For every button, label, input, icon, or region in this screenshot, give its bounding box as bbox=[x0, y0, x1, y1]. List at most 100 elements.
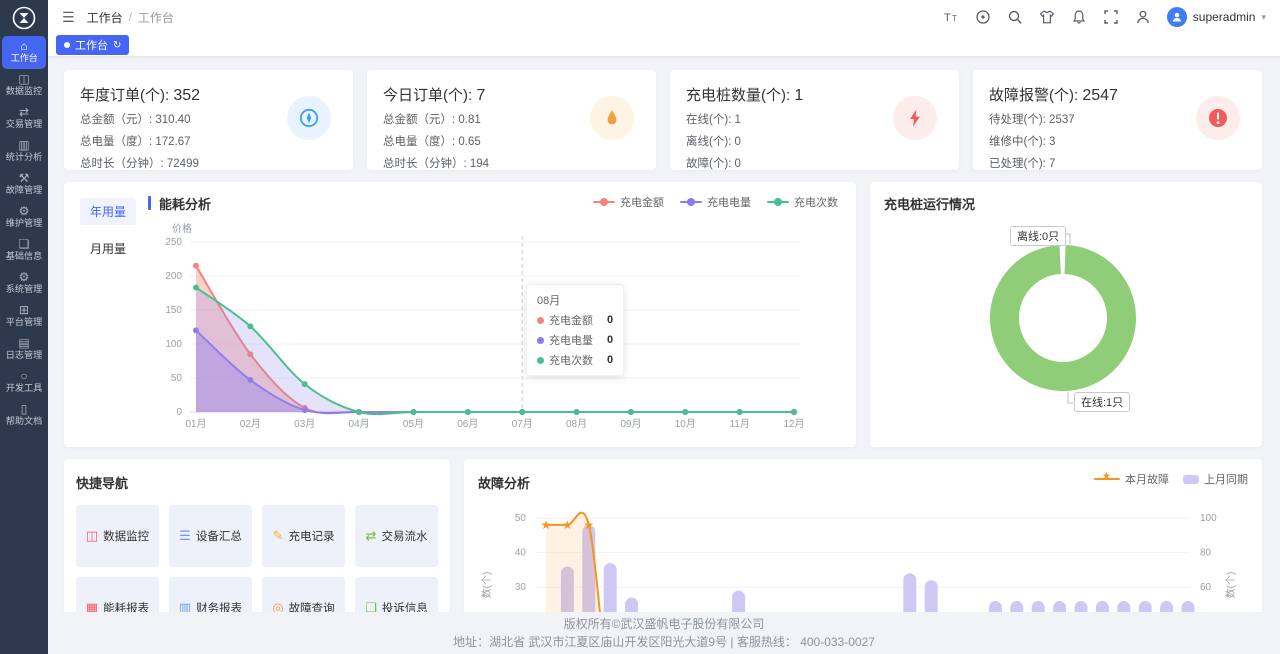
fault-legend: ★ 本月故障 上月同期 bbox=[1094, 471, 1248, 487]
breadcrumb-separator: / bbox=[129, 10, 132, 24]
tab-year-usage[interactable]: 年用量 bbox=[80, 198, 136, 225]
energy-analysis-card: 年用量 月用量 能耗分析 充电金额充电电量充电次数 05010015020025… bbox=[64, 182, 856, 447]
stat-card-line: 故障(个): 0 bbox=[686, 155, 943, 171]
sidebar-item-label: 维护管理 bbox=[6, 218, 42, 230]
donut-chart-svg[interactable] bbox=[884, 218, 1248, 422]
sidebar-item-帮助文档[interactable]: ▯帮助文档 bbox=[0, 399, 48, 432]
refresh-icon[interactable]: ↻ bbox=[113, 40, 121, 51]
tooltip-row: 充电电量0 bbox=[537, 332, 613, 348]
tooltip-series-dot bbox=[537, 357, 544, 364]
sidebar-item-label: 系统管理 bbox=[6, 284, 42, 296]
hamburger-icon[interactable]: ☰ bbox=[62, 9, 75, 26]
svg-text:150: 150 bbox=[165, 305, 182, 316]
legend-dot bbox=[687, 198, 695, 206]
header-theme-icon[interactable] bbox=[1039, 9, 1055, 25]
stat-card: 年度订单(个): 352总金额（元）: 310.40总电量（度）: 172.67… bbox=[64, 70, 353, 170]
quick-nav-title: 快捷导航 bbox=[76, 471, 438, 493]
stat-card-value: 352 bbox=[173, 87, 200, 104]
svg-text:80: 80 bbox=[1200, 548, 1212, 559]
stat-card-title: 故障报警(个): bbox=[989, 87, 1082, 104]
stat-card-line: 已处理(个): 7 bbox=[989, 155, 1246, 171]
sidebar-item-label: 交易管理 bbox=[6, 119, 42, 131]
tab-label: 工作台 bbox=[75, 37, 108, 53]
tab-workbench[interactable]: 工作台 ↻ bbox=[56, 35, 129, 55]
sidebar-item-label: 工作台 bbox=[10, 53, 37, 65]
gears-icon: ⚙ bbox=[19, 205, 30, 218]
header-fullscreen-icon[interactable] bbox=[1103, 9, 1119, 25]
tooltip-series-dot bbox=[537, 337, 544, 344]
svg-text:250: 250 bbox=[165, 237, 182, 248]
sidebar-item-维护管理[interactable]: ⚙维护管理 bbox=[0, 201, 48, 234]
breadcrumb-current: 工作台 bbox=[138, 9, 174, 26]
grid-icon: ⊞ bbox=[19, 304, 29, 317]
legend-bar-marker bbox=[1183, 475, 1199, 484]
hourglass-logo-icon bbox=[11, 5, 37, 31]
donut-label-offline: 离线:0只 bbox=[1010, 226, 1066, 246]
svg-text:数(个): 数(个) bbox=[1224, 572, 1237, 599]
energy-chart-svg[interactable]: 05010015020025001月02月03月04月05月06月07月08月0… bbox=[148, 214, 840, 442]
app-logo[interactable] bbox=[0, 0, 48, 36]
sidebar-item-日志管理[interactable]: ▤日志管理 bbox=[0, 333, 48, 366]
sidebar-item-label: 统计分析 bbox=[6, 152, 42, 164]
legend-dot bbox=[600, 198, 608, 206]
monitor-icon: ◫ bbox=[18, 73, 29, 86]
sidebar-item-基础信息[interactable]: ❏基础信息 bbox=[0, 234, 48, 267]
sidebar-item-开发工具[interactable]: ○开发工具 bbox=[0, 366, 48, 399]
sidebar-item-交易管理[interactable]: ⇄交易管理 bbox=[0, 102, 48, 135]
stat-card: 充电桩数量(个): 1在线(个): 1离线(个): 0故障(个): 0 bbox=[670, 70, 959, 170]
quick-nav-数据监控[interactable]: ◫数据监控 bbox=[76, 505, 159, 567]
sidebar-item-平台管理[interactable]: ⊞平台管理 bbox=[0, 300, 48, 333]
breadcrumb-root[interactable]: 工作台 bbox=[87, 9, 123, 26]
log-icon: ▤ bbox=[18, 337, 29, 350]
user-menu[interactable]: superadmin ▾ bbox=[1167, 7, 1266, 27]
header-notification-icon[interactable] bbox=[1071, 9, 1087, 25]
stat-card-title: 充电桩数量(个): bbox=[686, 87, 794, 104]
legend-item-充电金额[interactable]: 充电金额 bbox=[593, 194, 664, 210]
tooltip-row: 充电金额0 bbox=[537, 312, 613, 328]
legend-label: 本月故障 bbox=[1125, 471, 1169, 487]
svg-text:09月: 09月 bbox=[620, 418, 641, 430]
sidebar-item-统计分析[interactable]: ▥统计分析 bbox=[0, 135, 48, 168]
sidebar-item-label: 帮助文档 bbox=[6, 416, 42, 428]
tabbar: 工作台 ↻ bbox=[48, 34, 1280, 56]
gear-icon: ⚙ bbox=[19, 271, 30, 284]
svg-text:11月: 11月 bbox=[729, 418, 749, 430]
quick-nav-充电记录[interactable]: ✎充电记录 bbox=[262, 505, 345, 567]
stat-card-title: 今日订单(个): bbox=[383, 87, 476, 104]
sidebar-item-工作台[interactable]: ⌂工作台 bbox=[2, 36, 46, 69]
tab-month-usage[interactable]: 月用量 bbox=[80, 235, 136, 262]
sidebar-item-系统管理[interactable]: ⚙系统管理 bbox=[0, 267, 48, 300]
stat-card: 故障报警(个): 2547待处理(个): 2537维修中(个): 3已处理(个)… bbox=[973, 70, 1262, 170]
sidebar-item-故障管理[interactable]: ⚒故障管理 bbox=[0, 168, 48, 201]
svg-text:60: 60 bbox=[1200, 582, 1212, 593]
legend-item-充电电量[interactable]: 充电电量 bbox=[680, 194, 751, 210]
topbar-icon-group: TT bbox=[943, 9, 1151, 25]
energy-legend: 充电金额充电电量充电次数 bbox=[593, 194, 838, 210]
header-search-icon[interactable] bbox=[1007, 9, 1023, 25]
header-text-size-icon[interactable]: TT bbox=[943, 9, 959, 25]
legend-item-上月同期[interactable]: 上月同期 bbox=[1183, 471, 1248, 487]
star-icon: ★ bbox=[1102, 471, 1111, 482]
tooltip-series-value: 0 bbox=[593, 354, 613, 366]
header-guide-icon[interactable] bbox=[975, 9, 991, 25]
sidebar-item-数据监控[interactable]: ◫数据监控 bbox=[0, 69, 48, 102]
chart-tooltip: 08月 充电金额0充电电量0充电次数0 bbox=[526, 284, 624, 376]
legend-label: 充电金额 bbox=[620, 194, 664, 210]
legend-label: 上月同期 bbox=[1204, 471, 1248, 487]
svg-text:价格: 价格 bbox=[172, 222, 192, 235]
legend-item-充电次数[interactable]: 充电次数 bbox=[767, 194, 838, 210]
help-doc-icon: ▯ bbox=[21, 403, 28, 416]
wrench-icon: ⚒ bbox=[19, 172, 30, 185]
svg-text:12月: 12月 bbox=[783, 418, 804, 430]
header-profile-icon[interactable] bbox=[1135, 9, 1151, 25]
svg-text:30: 30 bbox=[515, 582, 527, 593]
sidebar-item-label: 基础信息 bbox=[6, 251, 42, 263]
svg-text:★: ★ bbox=[541, 518, 552, 532]
topbar-actions: TT superadmin ▾ bbox=[943, 7, 1266, 27]
quick-nav-monitor-icon: ◫ bbox=[86, 528, 98, 544]
tooltip-series-label: 充电次数 bbox=[549, 352, 593, 368]
energy-tab-column: 年用量 月用量 bbox=[76, 192, 148, 437]
quick-nav-交易流水[interactable]: ⇄交易流水 bbox=[355, 505, 438, 567]
quick-nav-设备汇总[interactable]: ☰设备汇总 bbox=[169, 505, 252, 567]
legend-item-本月故障[interactable]: ★ 本月故障 bbox=[1094, 471, 1169, 487]
